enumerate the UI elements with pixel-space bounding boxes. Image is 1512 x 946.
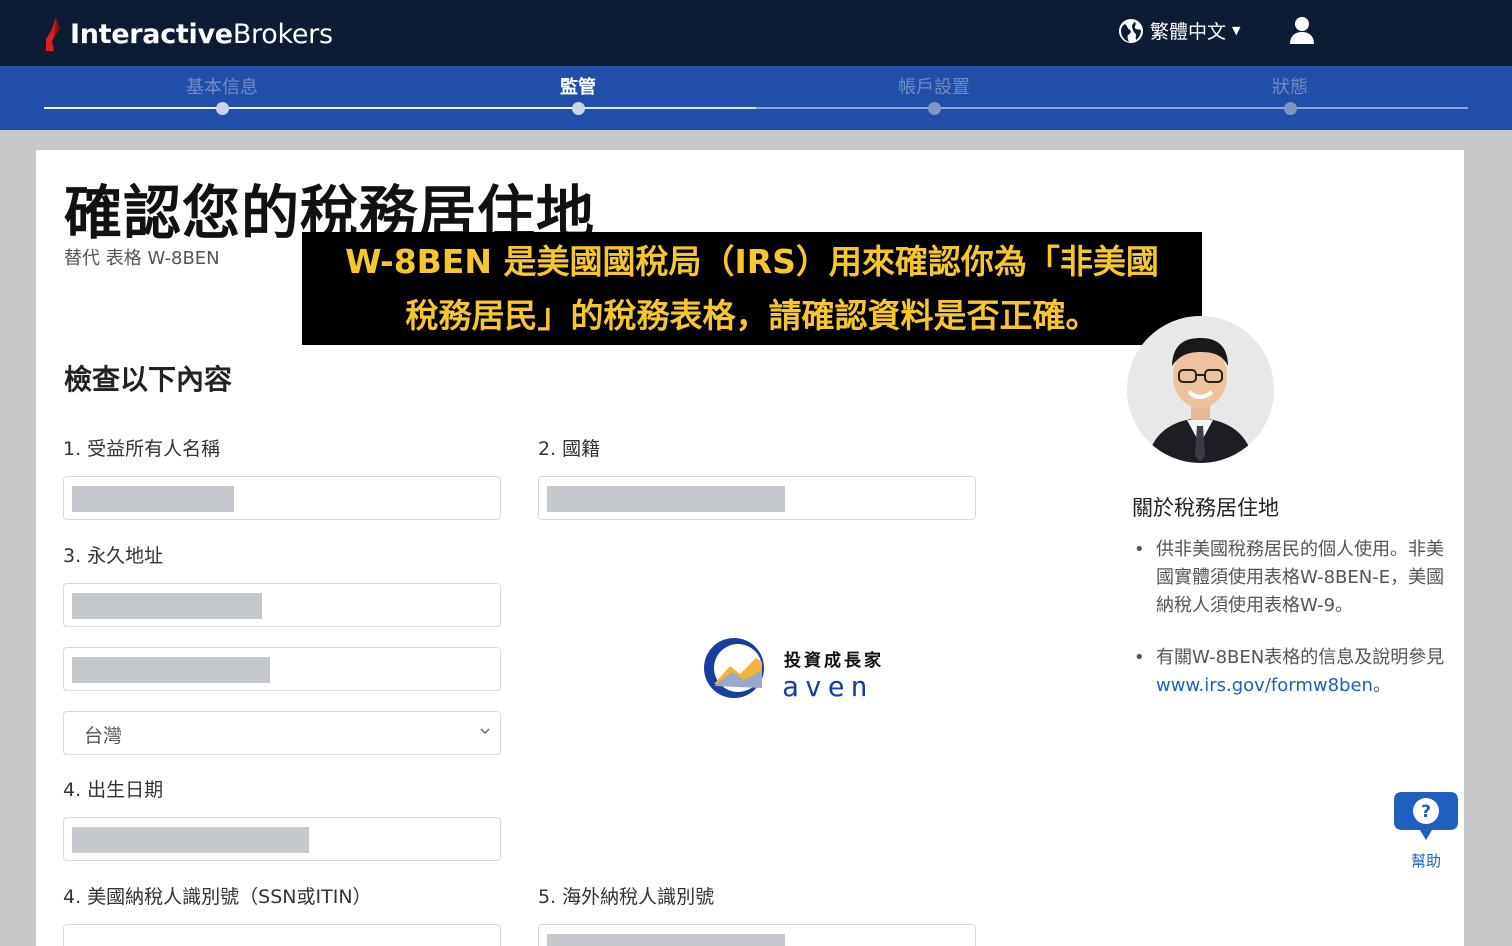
foreign-tin-field[interactable] [538,924,976,946]
redacted-value [72,827,309,853]
about-bullet-2: 有關W-8BEN表格的信息及說明參見www.irs.gov/formw8ben。 [1132,644,1458,700]
section-heading: 檢查以下內容 [64,363,233,396]
step-dot-account-setup [928,102,941,115]
redacted-value [72,657,270,683]
redacted-value [72,593,262,619]
dob-field[interactable] [63,817,501,861]
step-status[interactable]: 狀態 [1210,73,1370,99]
step-basic-info[interactable]: 基本信息 [142,73,302,99]
step-regulatory[interactable]: 監管 [498,73,658,99]
presenter-portrait-icon [1127,316,1274,463]
beneficial-owner-field[interactable] [63,476,501,520]
step-dot-regulatory [572,102,585,115]
chevron-down-icon [480,728,490,735]
logo-text: InteractiveBrokers [70,18,333,50]
user-icon[interactable] [1288,15,1316,45]
brand-watermark: 投資成長家 aven [700,632,900,703]
citizenship-label: 2. 國籍 [538,438,601,460]
ib-logo[interactable]: InteractiveBrokers [42,14,333,54]
language-label: 繁體中文 [1150,21,1227,43]
us-tin-field[interactable] [63,924,501,946]
foreign-tin-label: 5. 海外納稅人識別號 [538,886,715,908]
brand-cn-text: 投資成長家 [784,651,884,671]
globe-icon [1119,18,1143,43]
redacted-value [547,486,785,512]
help-label: 幫助 [1410,852,1441,870]
progress-stepper: 基本信息 監管 帳戶設置 狀態 [0,66,1512,130]
caption-line-2: 稅務居民」的稅務表格，請確認資料是否正確。 [405,296,1099,335]
brand-en-text: aven [782,670,874,703]
beneficial-owner-label: 1. 受益所有人名稱 [63,438,221,460]
redacted-value [72,486,234,512]
country-select-value: 台灣 [84,725,123,747]
help-bubble-icon: ? [1394,792,1458,840]
about-list: 供非美國稅務居民的個人使用。非美國實體須使用表格W-8BEN-E，美國納稅人須使… [1132,536,1458,724]
ib-flame-icon [46,17,60,51]
help-button[interactable]: ? 幫助 [1390,790,1462,871]
address-line2-field[interactable] [63,647,501,691]
presenter-avatar [1127,316,1274,463]
step-dot-basic-info [216,102,229,115]
page-subtitle: 替代 表格 W-8BEN [64,248,220,269]
about-bullet-1: 供非美國稅務居民的個人使用。非美國實體須使用表格W-8BEN-E，美國納稅人須使… [1132,536,1458,620]
caption-line-1: W-8BEN 是美國國稅局（IRS）用來確認你為「非美國 [345,242,1159,281]
dob-label: 4. 出生日期 [63,779,164,801]
svg-text:?: ? [1421,802,1431,822]
irs-link[interactable]: www.irs.gov/formw8ben [1156,675,1373,696]
top-navbar: InteractiveBrokers 繁體中文 ▼ [0,0,1512,66]
brand-logo-icon [704,638,764,698]
step-dot-status [1284,102,1297,115]
progress-track-done [44,107,578,109]
citizenship-field[interactable] [538,476,976,520]
progress-track-remaining [756,107,1468,109]
chevron-down-icon: ▼ [1232,24,1241,37]
address-line1-field[interactable] [63,583,501,627]
us-tin-label: 4. 美國納稅人識別號（SSN或ITIN） [63,886,372,908]
address-label: 3. 永久地址 [63,545,164,567]
country-select[interactable]: 台灣 [63,711,501,755]
progress-track-current [578,107,756,109]
caption-banner: W-8BEN 是美國國稅局（IRS）用來確認你為「非美國 稅務居民」的稅務表格，… [302,232,1202,345]
about-title: 關於稅務居住地 [1132,496,1279,520]
language-selector[interactable]: 繁體中文 ▼ [1118,17,1240,44]
step-account-setup[interactable]: 帳戶設置 [854,73,1014,99]
redacted-value [547,934,785,946]
